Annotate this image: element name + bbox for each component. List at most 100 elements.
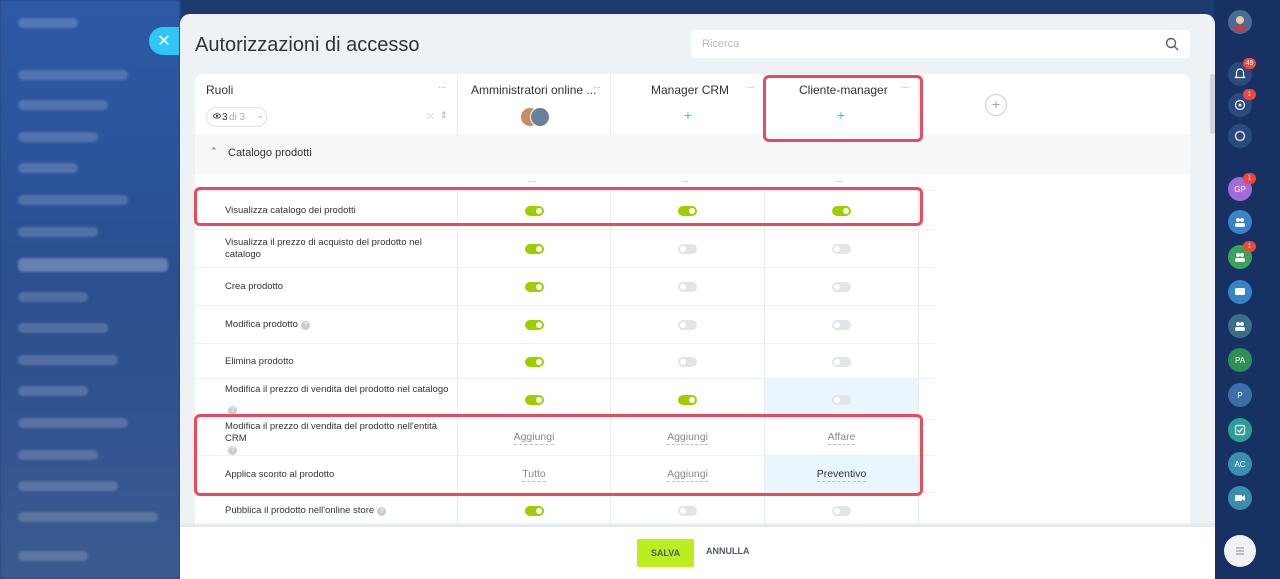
target-icon bbox=[1234, 99, 1246, 111]
permission-toggle[interactable] bbox=[524, 356, 544, 367]
add-role-button[interactable]: + bbox=[985, 94, 1007, 116]
permission-select[interactable]: Aggiungi bbox=[667, 431, 708, 445]
role-more-icon[interactable]: ··· bbox=[747, 82, 755, 93]
chevron-down-icon: ⌄ bbox=[257, 111, 264, 120]
group-icon bbox=[1235, 253, 1245, 262]
contact-p[interactable]: P bbox=[1228, 383, 1252, 407]
permission-select[interactable]: Aggiungi bbox=[667, 468, 708, 482]
chat-button[interactable] bbox=[1228, 124, 1252, 148]
permission-toggle[interactable] bbox=[832, 506, 851, 516]
help-icon[interactable]: ? bbox=[228, 406, 237, 415]
group-chat[interactable] bbox=[1228, 210, 1252, 234]
permission-toggle[interactable] bbox=[678, 356, 697, 367]
blurred-menu-item bbox=[18, 355, 118, 365]
contact-pa[interactable]: PA bbox=[1228, 348, 1252, 372]
permission-toggle[interactable] bbox=[678, 394, 697, 405]
help-icon[interactable]: ? bbox=[300, 320, 310, 330]
permission-toggle[interactable] bbox=[832, 282, 851, 292]
permission-toggle[interactable] bbox=[832, 394, 851, 405]
permission-label-text: Applica sconto al prodotto bbox=[225, 468, 335, 480]
activity-button[interactable]: 1 bbox=[1228, 89, 1256, 117]
permission-cell bbox=[765, 230, 918, 268]
save-button[interactable]: SALVA bbox=[637, 539, 694, 567]
permission-toggle[interactable] bbox=[832, 205, 851, 216]
permission-label-text: Crea prodotto bbox=[225, 281, 284, 292]
permission-cell bbox=[765, 306, 918, 344]
column-more-icon[interactable]: ··· bbox=[835, 176, 843, 187]
permission-toggle[interactable] bbox=[678, 282, 697, 292]
permission-select[interactable]: Tutto bbox=[522, 468, 546, 482]
permission-toggle[interactable] bbox=[832, 356, 851, 367]
column-more-icon[interactable]: ··· bbox=[528, 176, 536, 187]
role-more-icon[interactable]: ··· bbox=[901, 82, 909, 93]
add-member-button[interactable]: + bbox=[832, 107, 850, 125]
permission-cell: Affare bbox=[765, 420, 918, 456]
permission-row: Visualizza il prezzo di acquisto del pro… bbox=[195, 229, 935, 268]
role-filter-pill[interactable]: 3 di 3 ⌄ bbox=[206, 107, 267, 127]
group-chat-3[interactable] bbox=[1228, 314, 1252, 338]
permission-select[interactable]: Aggiungi bbox=[513, 431, 555, 445]
group-chat-2[interactable]: 1 bbox=[1228, 241, 1256, 269]
close-panel-button[interactable]: ✕ bbox=[149, 27, 179, 55]
bell-icon bbox=[1234, 68, 1246, 79]
permission-toggle[interactable] bbox=[524, 205, 544, 216]
scrollbar[interactable] bbox=[1210, 74, 1215, 534]
sort-icon[interactable]: ⇕ bbox=[440, 110, 448, 121]
blurred-menu-item bbox=[18, 323, 108, 333]
role-members-avatars[interactable] bbox=[520, 107, 550, 127]
search-icon[interactable] bbox=[1164, 36, 1180, 52]
permission-toggle[interactable] bbox=[678, 320, 697, 330]
permission-toggle[interactable] bbox=[524, 244, 544, 254]
channel-chat[interactable] bbox=[1228, 280, 1252, 304]
scrollbar-thumb[interactable] bbox=[1210, 74, 1215, 134]
column-more-icon[interactable]: ··· bbox=[681, 176, 689, 187]
permission-toggle[interactable] bbox=[678, 506, 697, 516]
permission-cell bbox=[765, 268, 918, 306]
permission-toggle[interactable] bbox=[678, 205, 697, 216]
help-icon[interactable]: ? bbox=[228, 446, 237, 456]
roles-more-icon[interactable]: ··· bbox=[438, 82, 446, 93]
permission-cell bbox=[458, 230, 610, 268]
notifications-button[interactable]: 49 bbox=[1228, 58, 1256, 86]
blurred-menu-item bbox=[18, 227, 98, 237]
cancel-button[interactable]: ANNULLA bbox=[706, 546, 750, 556]
blurred-menu-item bbox=[18, 418, 128, 428]
permission-select[interactable]: Preventivo bbox=[816, 468, 867, 482]
permission-cell: Aggiungi bbox=[458, 420, 610, 456]
menu-button[interactable] bbox=[1224, 535, 1256, 567]
roles-header-cell: Ruoli ··· 3 di 3 ⌄ ⤫ ⇕ bbox=[195, 74, 457, 134]
video-call-button[interactable] bbox=[1228, 486, 1252, 510]
tasks-button[interactable] bbox=[1228, 418, 1252, 442]
permission-toggle[interactable] bbox=[524, 282, 544, 292]
permission-cell bbox=[765, 344, 918, 379]
permission-cell: Preventivo bbox=[765, 456, 918, 493]
contact-initials: GP bbox=[1234, 184, 1246, 194]
permission-label: Crea prodotto bbox=[225, 268, 455, 306]
permission-toggle[interactable] bbox=[832, 244, 851, 254]
permission-toggle[interactable] bbox=[832, 320, 851, 330]
permission-toggle[interactable] bbox=[524, 394, 544, 405]
collapse-icon[interactable]: ⤫ bbox=[427, 111, 434, 122]
search-placeholder: Ricerca bbox=[702, 38, 740, 50]
contact-ac[interactable]: AC bbox=[1228, 452, 1252, 476]
permission-select[interactable]: Affare bbox=[827, 431, 856, 445]
permission-toggle[interactable] bbox=[524, 320, 544, 330]
role-filter-count: 3 bbox=[222, 112, 228, 123]
permission-label-text: Modifica prodotto bbox=[225, 319, 298, 330]
group-icon bbox=[1235, 218, 1245, 227]
role-more-icon[interactable]: ··· bbox=[593, 82, 601, 93]
blurred-menu-item bbox=[18, 481, 118, 491]
contact-gp[interactable]: GP 1 bbox=[1228, 173, 1256, 201]
blurred-menu-item bbox=[18, 132, 98, 142]
permission-cell bbox=[458, 306, 610, 344]
help-icon[interactable]: ? bbox=[377, 506, 387, 516]
user-avatar[interactable] bbox=[1228, 10, 1252, 34]
permission-toggle[interactable] bbox=[678, 244, 697, 254]
search-input[interactable]: Ricerca bbox=[691, 30, 1190, 58]
blurred-menu-item bbox=[18, 163, 78, 173]
permission-label: Modifica il prezzo di vendita del prodot… bbox=[225, 420, 455, 456]
add-member-button[interactable]: + bbox=[679, 107, 697, 125]
permission-toggle[interactable] bbox=[524, 506, 544, 516]
blurred-menu-item bbox=[18, 100, 108, 110]
section-header[interactable]: ⌃ Catalogo prodotti bbox=[195, 134, 1190, 174]
